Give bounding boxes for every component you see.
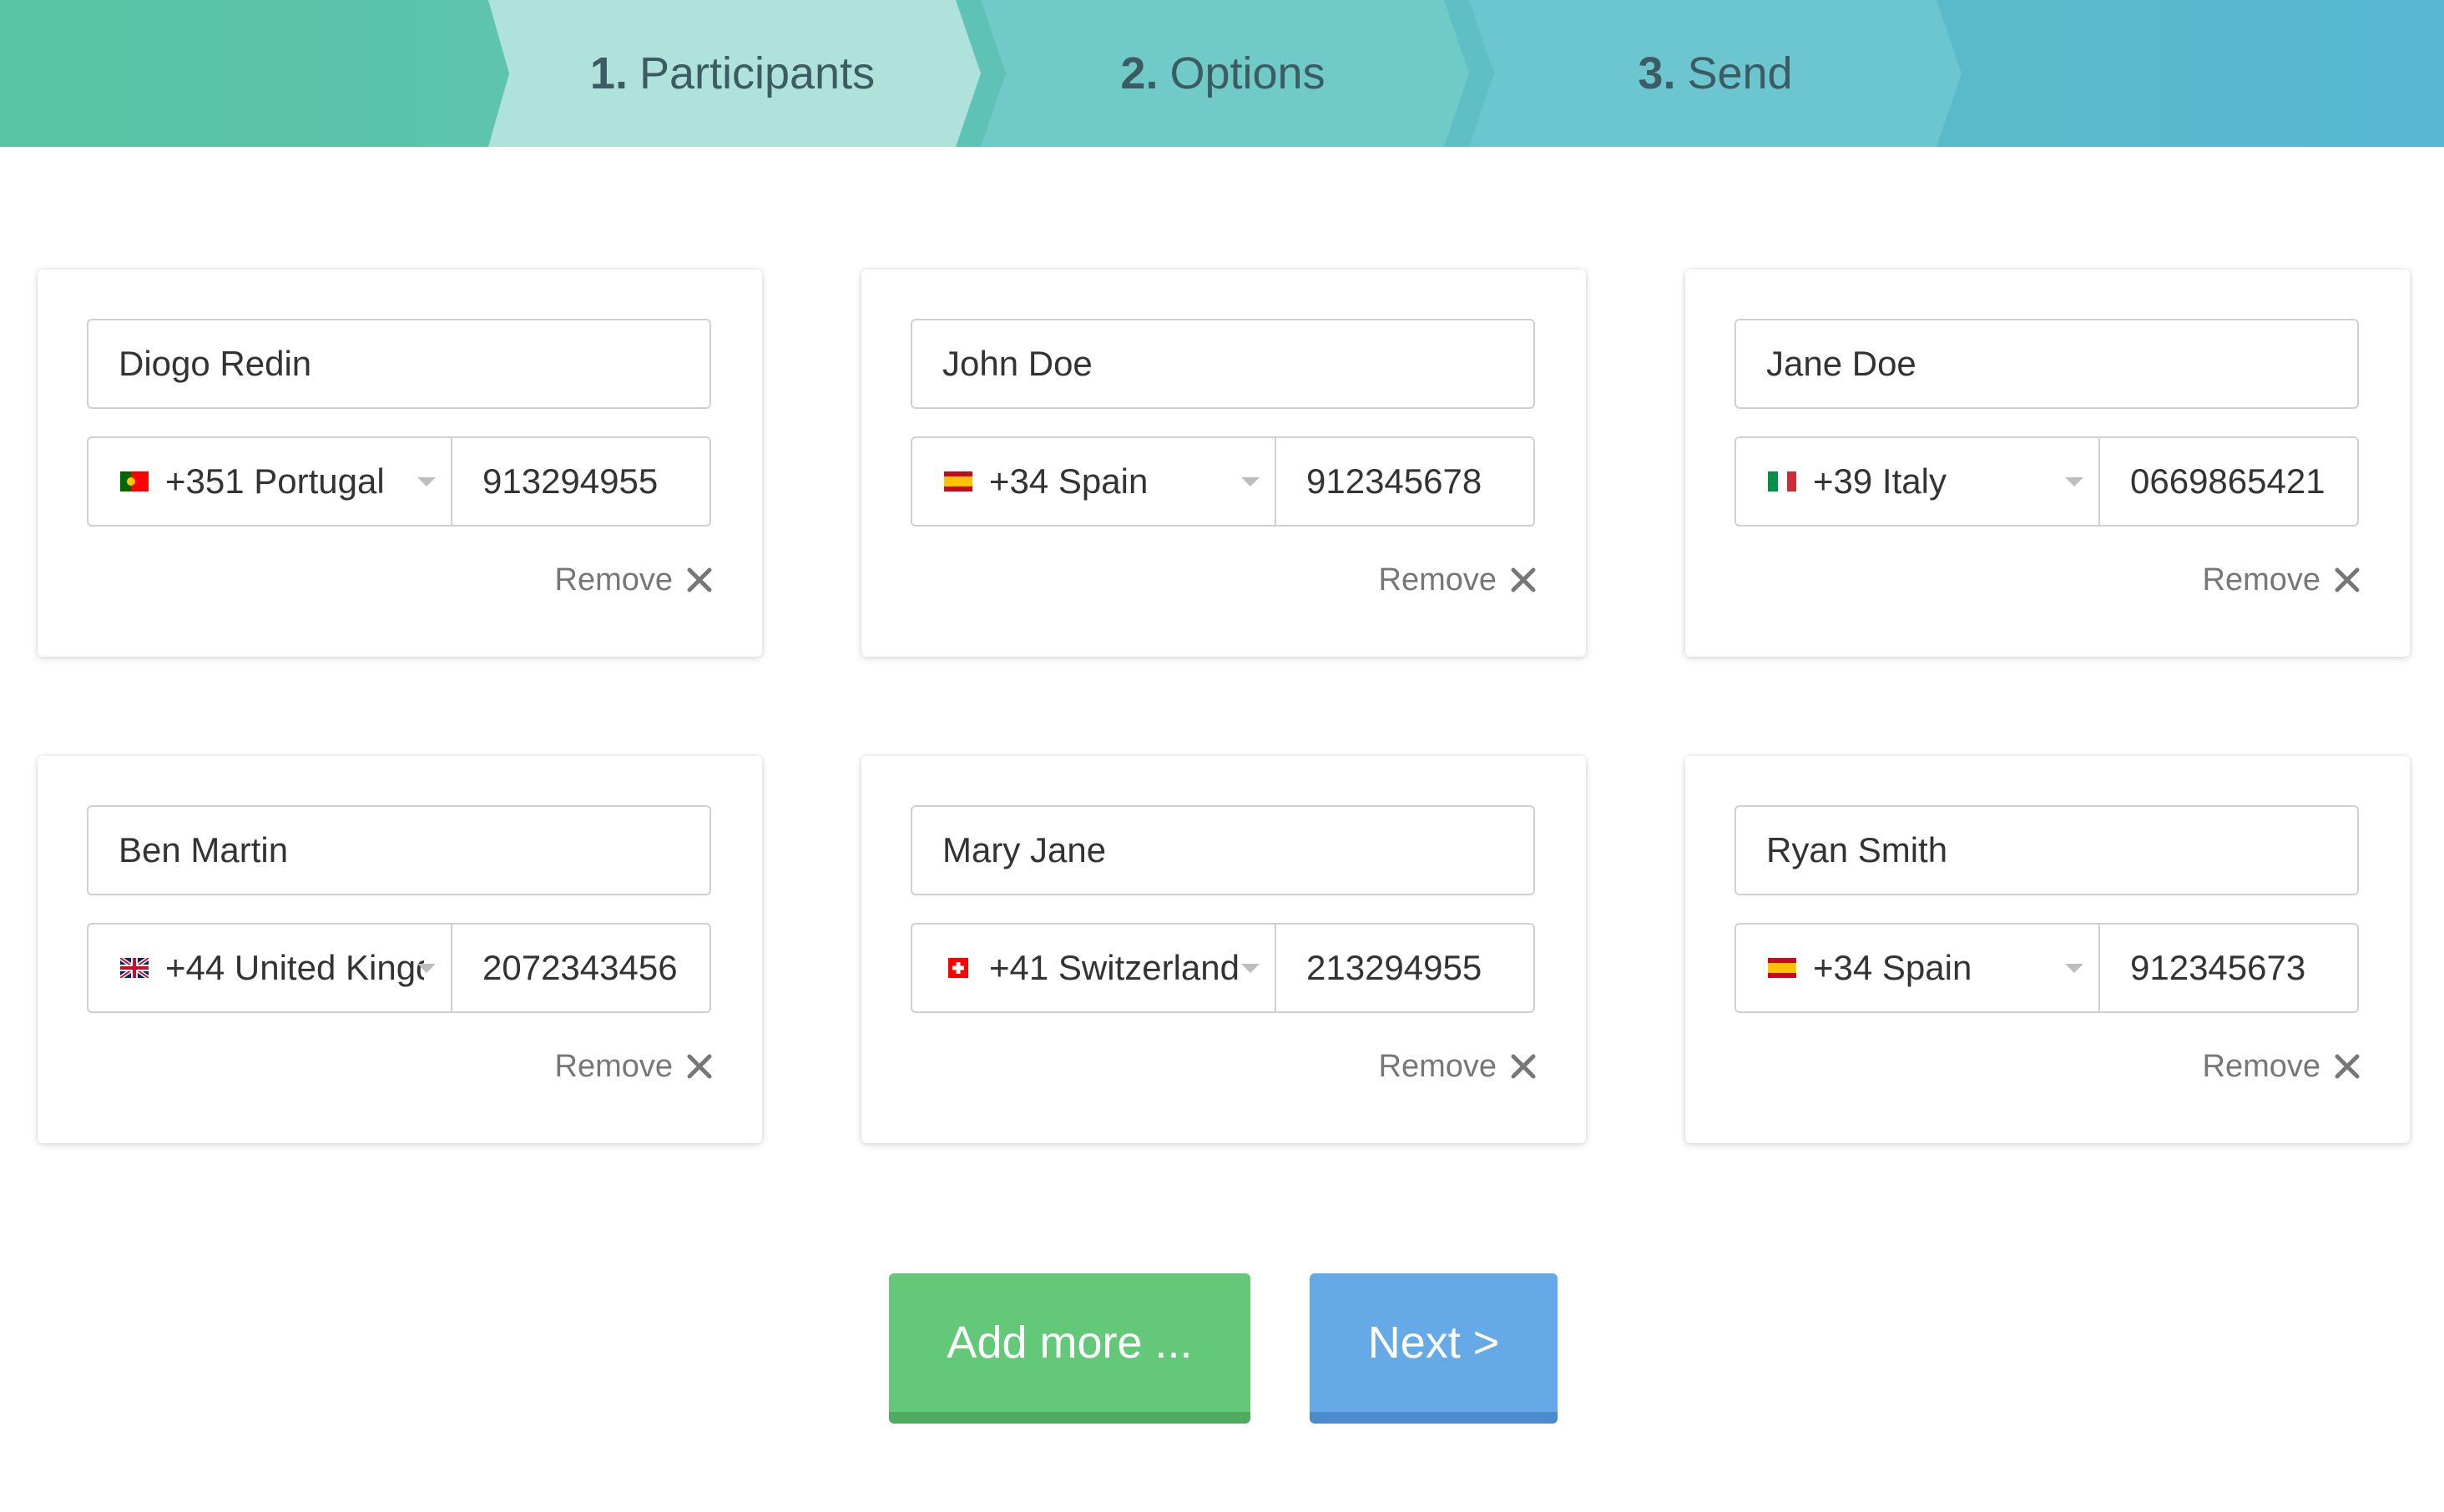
remove-label: Remove [554,562,674,597]
step-label: Options [1169,48,1326,98]
country-code-label: +44 United Kingdom [165,948,424,987]
remove-label: Remove [1378,1048,1497,1084]
uk-flag-icon [120,958,149,978]
close-icon [2335,567,2360,592]
portugal-flag-icon [120,471,149,491]
next-button[interactable]: Next > [1310,1273,1558,1424]
switzerland-flag-icon [948,958,968,978]
step-number: 2. [1120,48,1159,98]
phone-input-group: +44 United Kingdom 2072343456 [87,923,711,1013]
step-label: Send [1687,48,1793,98]
remove-label: Remove [2202,562,2321,597]
remove-participant-button[interactable]: Remove [2203,555,2361,605]
name-input[interactable]: Ben Martin [87,805,711,895]
country-code-label: +41 Switzerland [989,948,1240,987]
country-code-select[interactable]: +34 Spain [912,438,1276,525]
phone-number-input[interactable]: 2072343456 [452,925,709,1011]
name-input[interactable]: Diogo Redin [87,319,711,409]
remove-participant-button[interactable]: Remove [555,1041,714,1091]
spain-flag-icon [1768,958,1796,978]
chevron-down-icon [2065,477,2083,486]
tab-send[interactable]: 3. Send [1469,0,1962,147]
remove-label: Remove [2202,1048,2321,1084]
spain-flag-icon [944,471,972,491]
chevron-down-icon [417,964,436,973]
phone-input-group: +34 Spain 912345673 [1735,923,2359,1013]
country-code-select[interactable]: +41 Switzerland [912,925,1276,1011]
country-code-select[interactable]: +34 Spain [1736,925,2100,1011]
remove-label: Remove [1378,562,1497,597]
chevron-down-icon [1241,477,1260,486]
step-number: 1. [589,48,628,98]
country-code-select[interactable]: +351 Portugal [88,438,452,525]
remove-participant-button[interactable]: Remove [1379,555,1538,605]
close-icon [1511,1054,1536,1079]
phone-input-group: +34 Spain 912345678 [911,436,1535,527]
country-code-select[interactable]: +39 Italy [1736,438,2100,525]
phone-input-group: +41 Switzerland 213294955 [911,923,1535,1013]
chevron-down-icon [2065,964,2083,973]
phone-number-input[interactable]: 213294955 [1276,925,1533,1011]
participant-card: Jane Doe +39 Italy 0669865421 Remove [1685,270,2410,657]
country-code-select[interactable]: +44 United Kingdom [88,925,452,1011]
chevron-down-icon [1241,964,1260,973]
remove-label: Remove [554,1048,674,1084]
close-icon [687,567,712,592]
remove-participant-button[interactable]: Remove [1379,1041,1538,1091]
close-icon [1511,567,1536,592]
participant-card: Diogo Redin +351 Portugal 913294955 Remo… [38,270,762,657]
add-more-button[interactable]: Add more ... [889,1273,1250,1424]
remove-participant-button[interactable]: Remove [2203,1041,2361,1091]
step-label: Participants [639,48,876,98]
country-code-label: +39 Italy [1813,461,1947,501]
phone-number-input[interactable]: 913294955 [452,438,709,525]
phone-number-input[interactable]: 912345673 [2100,925,2357,1011]
country-code-label: +351 Portugal [165,461,385,501]
remove-participant-button[interactable]: Remove [555,555,714,605]
step-number: 3. [1638,48,1676,98]
participant-card: Ryan Smith +34 Spain 912345673 Remove [1685,756,2410,1143]
country-code-label: +34 Spain [1813,948,1972,987]
participant-card: Ben Martin +44 United Kingdom 2072343456… [38,756,762,1143]
country-code-label: +34 Spain [989,461,1149,501]
name-input[interactable]: John Doe [911,319,1535,409]
participant-card: John Doe +34 Spain 912345678 Remove [861,270,1586,657]
phone-number-input[interactable]: 912345678 [1276,438,1533,525]
chevron-down-icon [417,477,436,486]
steps-header: 1. Participants 2. Options 3. Send [0,0,2444,147]
close-icon [2335,1054,2360,1079]
name-input[interactable]: Mary Jane [911,805,1535,895]
phone-input-group: +39 Italy 0669865421 [1735,436,2359,527]
participant-card: Mary Jane +41 Switzerland 213294955 Remo… [861,756,1586,1143]
tab-participants[interactable]: 1. Participants [488,0,977,147]
tab-options[interactable]: 2. Options [977,0,1469,147]
name-input[interactable]: Ryan Smith [1735,805,2359,895]
phone-input-group: +351 Portugal 913294955 [87,436,711,527]
italy-flag-icon [1768,471,1796,491]
name-input[interactable]: Jane Doe [1735,319,2359,409]
phone-number-input[interactable]: 0669865421 [2100,438,2357,525]
close-icon [687,1054,712,1079]
